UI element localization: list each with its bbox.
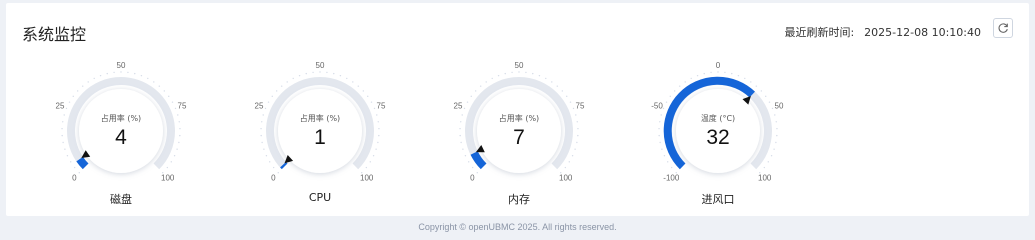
gauge-disk: 0 25 50 75 100 占用率 (%) 4 磁盘 [41, 51, 201, 211]
gauge-tick-label: 75 [178, 102, 187, 111]
gauge-name: CPU [308, 191, 332, 204]
gauge-value-arc [280, 161, 288, 170]
gauge-tick-label: 0 [72, 174, 77, 183]
gauge-svg: -100 -50 0 50 100 温度 (°C) 32 [651, 61, 784, 183]
refresh-button[interactable] [993, 18, 1013, 38]
last-refresh-info: 最近刷新时间: 2025-12-08 10:10:40 [784, 24, 981, 40]
gauge-tick-label: 25 [255, 102, 264, 111]
gauge-tick-label: 100 [758, 174, 772, 183]
gauge-tick-label: 75 [377, 102, 386, 111]
last-refresh-time: 2025-12-08 10:10:40 [864, 26, 981, 39]
gauge-tick-label: -100 [663, 174, 680, 183]
gauge-value: 4 [115, 126, 127, 149]
gauge-tick-label: 50 [117, 61, 126, 70]
gauge-tick-label: 100 [559, 174, 573, 183]
gauge-metric-label: 占用率 (%) [101, 113, 141, 123]
gauge-tick-label: 25 [454, 102, 463, 111]
gauge-tick-label: 75 [576, 102, 585, 111]
gauge-tick-label: 25 [56, 102, 65, 111]
gauge-value: 1 [314, 126, 326, 149]
gauge-value: 32 [706, 126, 729, 149]
gauge-inlet-temperature: -100 -50 0 50 100 温度 (°C) 32 进风口 [638, 51, 798, 211]
gauge-tick-label: 100 [161, 174, 175, 183]
gauge-tick-label: -50 [651, 102, 663, 111]
gauge-name: 内存 [508, 193, 530, 206]
gauge-tick-label: 50 [515, 61, 524, 70]
footer-copyright: Copyright © openUBMC 2025. All rights re… [418, 222, 617, 232]
gauge-metric-label: 温度 (°C) [701, 113, 735, 123]
gauge-tick-label: 0 [716, 61, 721, 70]
gauge-svg: 0 25 50 75 100 占用率 (%) 1 [255, 61, 386, 183]
gauge-tick-label: 50 [775, 102, 784, 111]
gauge-value: 7 [513, 126, 525, 149]
gauge-value-arc [76, 156, 89, 170]
gauge-tick-label: 50 [316, 61, 325, 70]
system-monitor-card: 系统监控 最近刷新时间: 2025-12-08 10:10:40 0 25 50 75 1… [6, 3, 1029, 216]
gauge-tick-label: 0 [271, 174, 276, 183]
gauge-svg: 0 25 50 75 100 占用率 (%) 4 [56, 61, 187, 183]
gauge-svg: 0 25 50 75 100 占用率 (%) 7 [454, 61, 585, 183]
gauge-cpu: 0 25 50 75 100 占用率 (%) 1 CPU [240, 51, 400, 211]
gauge-tick-label: 100 [360, 174, 374, 183]
last-refresh-label: 最近刷新时间: [784, 26, 855, 39]
gauge-name: 进风口 [701, 193, 735, 206]
gauge-memory: 0 25 50 75 100 占用率 (%) 7 内存 [439, 51, 599, 211]
gauge-metric-label: 占用率 (%) [499, 113, 539, 123]
gauge-value-arc [470, 151, 487, 170]
page-title: 系统监控 [22, 25, 87, 44]
refresh-icon [998, 23, 1008, 33]
gauge-name: 磁盘 [110, 193, 132, 206]
gauge-metric-label: 占用率 (%) [300, 113, 340, 123]
gauge-tick-label: 0 [470, 174, 475, 183]
